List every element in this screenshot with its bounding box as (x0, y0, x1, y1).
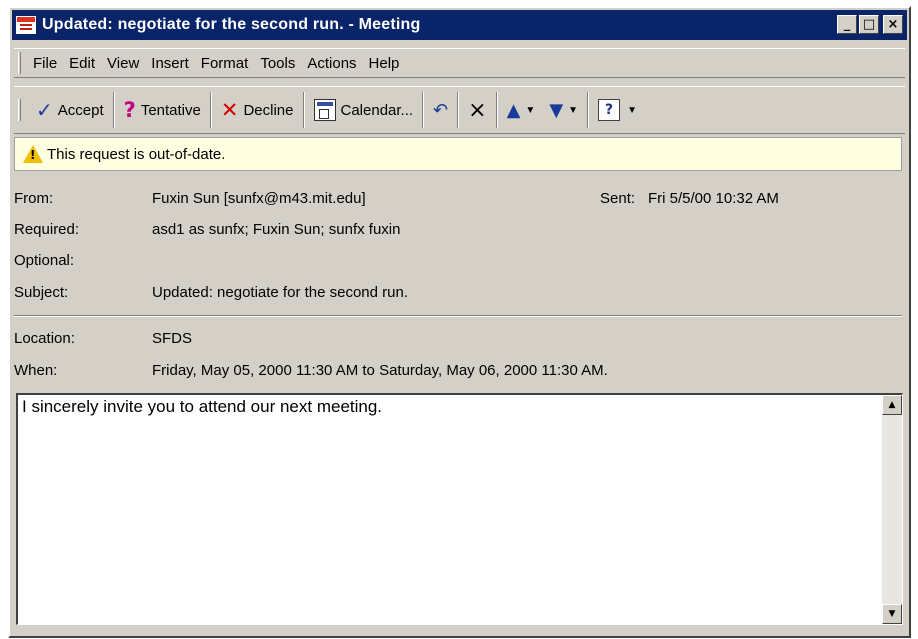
chevron-down-icon: ▼ (525, 104, 536, 116)
menu-bar: File Edit View Insert Format Tools Actio… (14, 48, 905, 78)
delete-button[interactable]: × (461, 90, 493, 130)
decline-x-icon: ✕ (220, 98, 239, 122)
close-button[interactable]: × (883, 15, 903, 34)
menu-view[interactable]: View (103, 55, 147, 72)
toolbar-separator (495, 92, 498, 128)
accept-label: Accept (57, 101, 104, 119)
toolbar-grip[interactable] (18, 99, 21, 121)
toolbar-separator (422, 92, 425, 128)
from-label: From: (14, 190, 54, 207)
toolbar-separator (209, 92, 212, 128)
menu-format[interactable]: Format (197, 55, 257, 72)
help-button[interactable]: ? ▼ (591, 90, 644, 130)
tentative-label: Tentative (140, 101, 201, 119)
window-title: Updated: negotiate for the second run. -… (42, 16, 421, 33)
from-value[interactable]: Fuxin Sun [sunfx@m43.mit.edu] (152, 190, 366, 207)
check-icon: ✓ (36, 98, 53, 122)
toolbar-separator (302, 92, 305, 128)
menu-grip[interactable] (18, 52, 21, 74)
warning-icon: ! (23, 145, 43, 163)
next-item-button[interactable]: ▼ ▼ (542, 90, 585, 130)
scroll-up-button[interactable]: ▲ (882, 395, 902, 415)
minimize-button[interactable]: _ (837, 15, 857, 34)
previous-item-button[interactable]: ▲ ▼ (500, 90, 543, 130)
info-bar: ! This request is out-of-date. (14, 137, 902, 171)
next-arrow-icon: ▼ (549, 99, 564, 121)
delete-icon: × (468, 97, 487, 123)
header-divider (14, 315, 902, 317)
menu-edit[interactable]: Edit (65, 55, 103, 72)
vertical-scrollbar[interactable]: ▲ ▼ (882, 395, 902, 624)
menu-insert[interactable]: Insert (147, 55, 197, 72)
window-controls: _ □ × (837, 15, 903, 34)
menu-help[interactable]: Help (365, 55, 408, 72)
optional-label: Optional: (14, 252, 75, 269)
subject-value: Updated: negotiate for the second run. (152, 284, 409, 301)
decline-button[interactable]: ✕ Decline (214, 90, 301, 130)
reply-button[interactable]: ↶ (426, 90, 455, 130)
menu-tools[interactable]: Tools (256, 55, 303, 72)
decline-label: Decline (243, 101, 294, 119)
calendar-label: Calendar... (340, 101, 414, 119)
reply-icon: ↶ (433, 99, 449, 121)
when-value: Friday, May 05, 2000 11:30 AM to Saturda… (152, 362, 608, 379)
sent-label: Sent: (600, 190, 636, 207)
when-label: When: (14, 362, 58, 379)
calendar-icon (313, 99, 336, 121)
sent-value: Fri 5/5/00 10:32 AM (648, 190, 779, 207)
question-icon: ? (123, 98, 136, 122)
meeting-icon (16, 16, 36, 34)
tentative-button[interactable]: ? Tentative (117, 90, 208, 130)
help-icon: ? (598, 99, 621, 121)
required-label: Required: (14, 221, 80, 238)
required-value[interactable]: asd1 as sunfx; Fuxin Sun; sunfx fuxin (152, 221, 400, 238)
toolbar-separator (587, 92, 590, 128)
maximize-button[interactable]: □ (859, 15, 879, 34)
menu-actions[interactable]: Actions (303, 55, 364, 72)
message-body[interactable]: I sincerely invite you to attend our nex… (16, 393, 903, 625)
toolbar-separator (457, 92, 460, 128)
location-value: SFDS (152, 330, 193, 347)
chevron-down-icon: ▼ (627, 104, 637, 116)
calendar-button[interactable]: Calendar... (307, 90, 421, 130)
menu-file[interactable]: File (29, 55, 65, 72)
info-message: This request is out-of-date. (47, 145, 226, 163)
title-bar[interactable]: Updated: negotiate for the second run. -… (12, 10, 907, 40)
toolbar-separator (112, 92, 115, 128)
previous-arrow-icon: ▲ (506, 99, 521, 121)
location-label: Location: (14, 330, 75, 347)
subject-label: Subject: (14, 284, 69, 301)
message-body-text: I sincerely invite you to attend our nex… (22, 397, 383, 416)
scroll-down-button[interactable]: ▼ (882, 604, 902, 624)
toolbar: ✓ Accept ? Tentative ✕ Decline Calendar.… (14, 86, 905, 134)
chevron-down-icon: ▼ (568, 104, 579, 116)
accept-button[interactable]: ✓ Accept (29, 90, 111, 130)
